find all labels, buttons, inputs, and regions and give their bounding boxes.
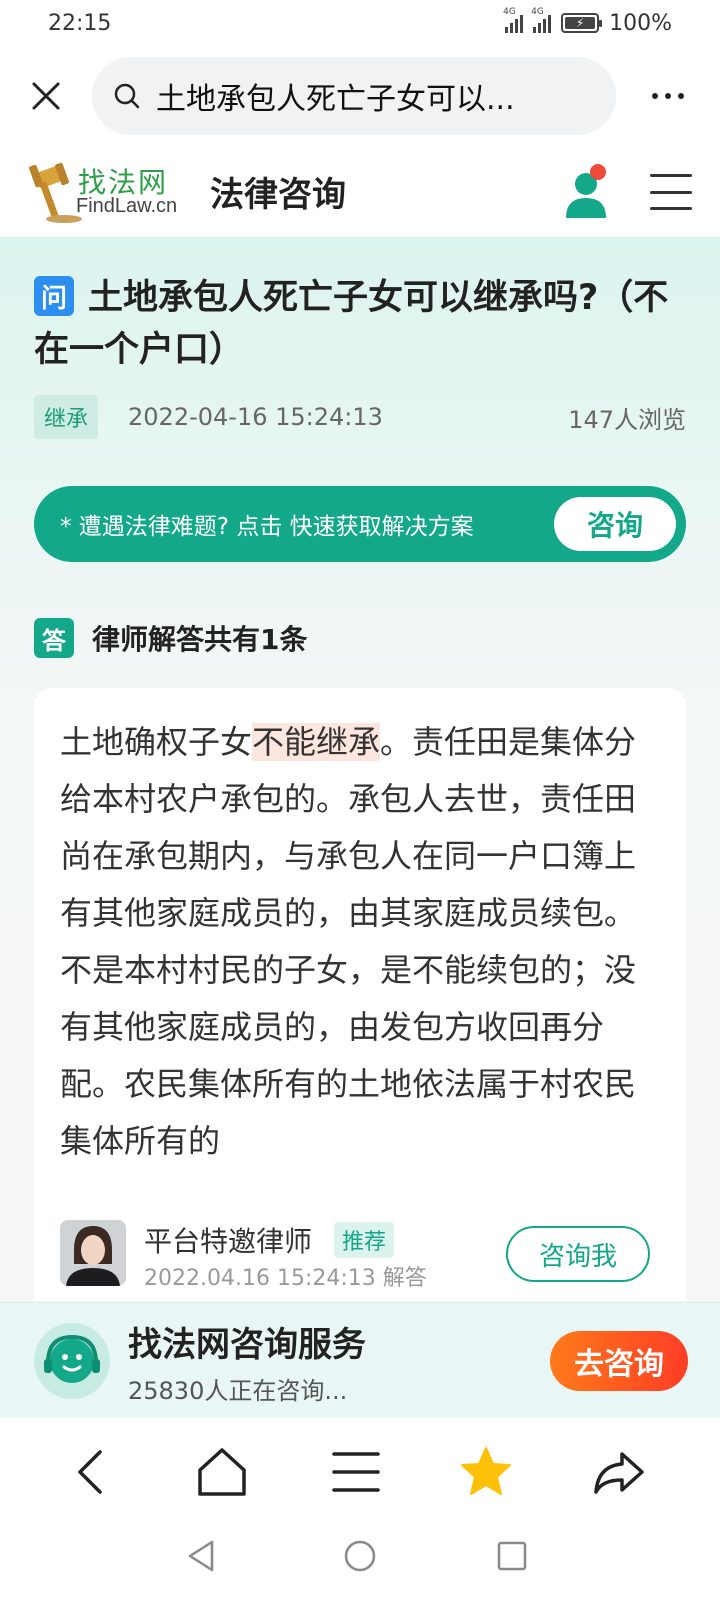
system-home-icon[interactable] — [342, 1538, 378, 1574]
network-type-2: 4G — [531, 7, 544, 17]
recommend-tag: 推荐 — [334, 1222, 395, 1258]
headset-icon — [44, 1334, 100, 1383]
answer-time: 2022.04.16 15:24:13 解答 — [144, 1266, 427, 1291]
status-bar: 22:15 4G 4G ⚡ 100% — [0, 0, 720, 46]
address-bar[interactable]: 土地承包人死亡子女可以... — [92, 57, 616, 135]
close-button[interactable] — [0, 46, 92, 146]
menu-icon — [650, 174, 692, 177]
consult-me-button[interactable]: 咨询我 — [506, 1226, 650, 1282]
service-subtitle: 25830人正在咨询... — [128, 1377, 348, 1405]
go-consult-button[interactable]: 去咨询 — [550, 1331, 688, 1391]
service-avatar — [34, 1323, 110, 1399]
status-time: 22:15 — [48, 10, 112, 36]
network-type: 4G — [503, 7, 516, 17]
avatar-portrait-icon — [60, 1220, 126, 1286]
address-text: 土地承包人死亡子女可以... — [156, 82, 515, 117]
question-badge: 问 — [34, 276, 74, 316]
home-icon[interactable] — [192, 1442, 252, 1502]
menu-button[interactable] — [650, 174, 692, 210]
system-recents-icon[interactable] — [494, 1538, 530, 1574]
answer-text-rest: 。责任田是集体分给本村农户承包的。承包人去世，责任田尚在承包期内，与承包人在同一… — [60, 723, 637, 1160]
user-icon — [566, 164, 606, 218]
question-datetime: 2022-04-16 15:24:13 — [128, 403, 383, 431]
signal-icon-2: 4G — [531, 7, 552, 33]
signal-icon: 4G — [503, 7, 524, 33]
more-button[interactable] — [616, 46, 720, 146]
close-icon — [32, 82, 60, 110]
system-back-icon[interactable] — [184, 1538, 220, 1574]
search-icon — [114, 83, 140, 109]
browser-bottom-nav — [0, 1418, 720, 1522]
share-icon[interactable] — [588, 1442, 648, 1502]
site-header: 找法网 FindLaw.cn 法律咨询 — [0, 146, 720, 238]
answer-badge: 答 — [34, 618, 74, 658]
question-content: 问 土地承包人死亡子女可以继承吗?（不在一个户口） 继承 2022-04-16 … — [0, 238, 720, 1302]
star-icon[interactable] — [456, 1442, 516, 1502]
browser-toolbar: 土地承包人死亡子女可以... — [0, 46, 720, 146]
tabs-menu-icon[interactable] — [326, 1442, 386, 1502]
question-meta: 继承 2022-04-16 15:24:13 147人浏览 — [34, 395, 686, 439]
category-tag[interactable]: 继承 — [34, 395, 99, 439]
consult-banner[interactable]: * 遭遇法律难题? 点击 快速获取解决方案 咨询 — [34, 486, 686, 562]
lawyer-name: 平台特邀律师 — [144, 1225, 313, 1258]
answer-text: 土地确权子女不能继承。责任田是集体分给本村农户承包的。承包人去世，责任田尚在承包… — [60, 714, 664, 1170]
question-header: 问 土地承包人死亡子女可以继承吗?（不在一个户口） — [34, 272, 694, 376]
battery-icon: ⚡ — [561, 13, 603, 33]
view-count: 147人浏览 — [568, 405, 686, 434]
more-icon — [652, 93, 658, 99]
consult-button[interactable]: 咨询 — [554, 497, 676, 551]
answers-heading: 律师解答共有1条 — [92, 623, 308, 656]
user-button[interactable] — [562, 162, 612, 222]
page-title: 法律咨询 — [210, 175, 346, 215]
consult-banner-text: * 遭遇法律难题? 点击 快速获取解决方案 — [60, 514, 474, 540]
lawyer-avatar[interactable] — [60, 1220, 126, 1286]
findlaw-logo[interactable]: 找法网 FindLaw.cn — [28, 157, 188, 227]
answer-card: 土地确权子女不能继承。责任田是集体分给本村农户承包的。承包人去世，责任田尚在承包… — [34, 688, 686, 1302]
status-icons: 4G 4G ⚡ 100% — [503, 7, 672, 36]
service-title: 找法网咨询服务 — [128, 1325, 366, 1365]
logo-english: FindLaw.cn — [76, 194, 178, 217]
answer-text-start: 土地确权子女 — [60, 723, 253, 761]
lawyer-info: 平台特邀律师 推荐 2022.04.16 15:24:13 解答 咨询我 — [60, 1220, 660, 1291]
answers-header: 答 律师解答共有1条 — [34, 618, 307, 658]
system-navigation — [0, 1522, 720, 1600]
question-title: 土地承包人死亡子女可以继承吗?（不在一个户口） — [34, 278, 669, 370]
battery-level: 100% — [609, 10, 672, 36]
service-bar: 找法网咨询服务 25830人正在咨询... 去咨询 — [0, 1302, 720, 1418]
answer-highlight: 不能继承 — [252, 723, 381, 761]
back-icon[interactable] — [62, 1442, 122, 1502]
